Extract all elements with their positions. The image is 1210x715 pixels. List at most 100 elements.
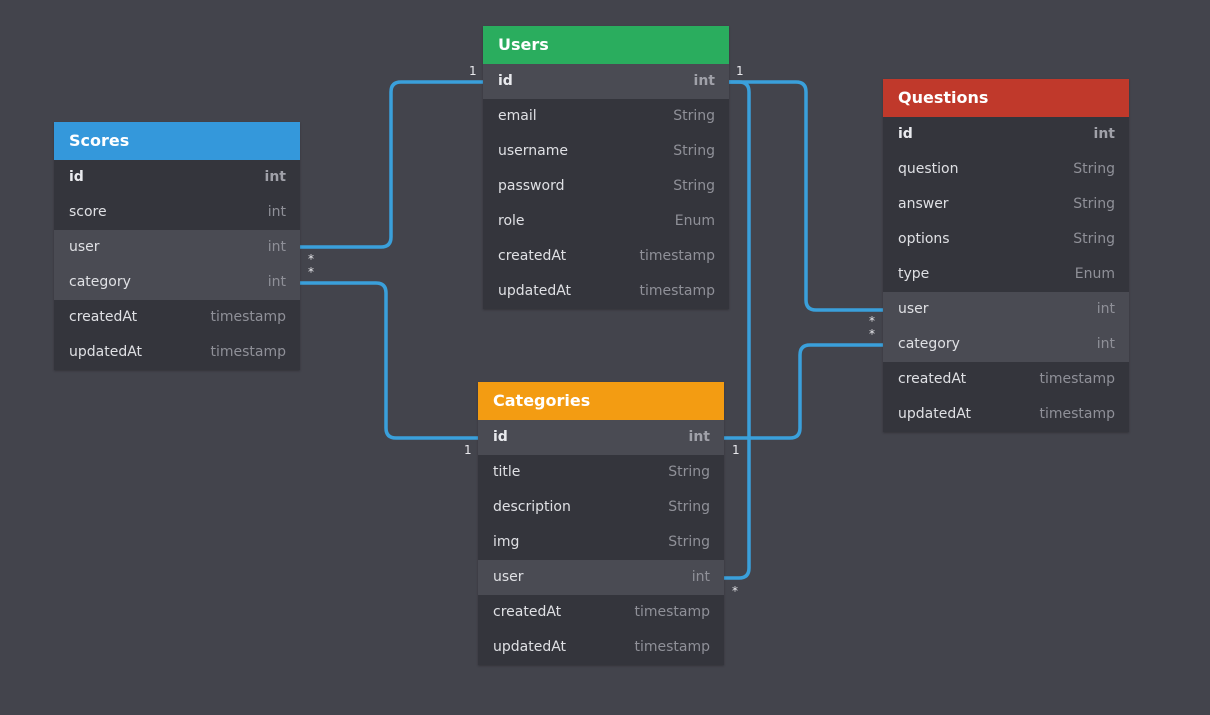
- table-categories-header[interactable]: Categories: [478, 382, 724, 420]
- field-type: String: [673, 178, 715, 194]
- field-row-scores-id[interactable]: id int: [54, 160, 300, 195]
- cardinality-many-label: *: [869, 327, 875, 341]
- field-name: createdAt: [898, 371, 967, 387]
- relation-users-id-questions-user[interactable]: [727, 80, 885, 312]
- field-row-questions-question[interactable]: question String: [883, 152, 1129, 187]
- field-type: int: [688, 429, 710, 445]
- cardinality-many-label: *: [869, 314, 875, 328]
- field-type: int: [264, 169, 286, 185]
- field-name: role: [498, 213, 525, 229]
- relation-scores-category-categories-id[interactable]: [298, 281, 480, 440]
- field-row-questions-user[interactable]: user int: [883, 292, 1129, 327]
- field-type: int: [267, 204, 286, 220]
- field-type: int: [1096, 301, 1115, 317]
- field-name: user: [898, 301, 929, 317]
- field-row-categories-description[interactable]: description String: [478, 490, 724, 525]
- field-name: title: [493, 464, 521, 480]
- table-questions-header[interactable]: Questions: [883, 79, 1129, 117]
- field-type: timestamp: [1039, 371, 1115, 387]
- field-row-questions-category[interactable]: category int: [883, 327, 1129, 362]
- field-row-users-username[interactable]: username String: [483, 134, 729, 169]
- field-type: Enum: [1074, 266, 1115, 282]
- field-type: int: [267, 239, 286, 255]
- cardinality-one-label: 1: [732, 443, 740, 457]
- table-users-header[interactable]: Users: [483, 26, 729, 64]
- cardinality-many-label: *: [732, 584, 738, 598]
- field-row-categories-img[interactable]: img String: [478, 525, 724, 560]
- table-users[interactable]: Users id int email String username Strin…: [483, 26, 729, 309]
- field-type: int: [693, 73, 715, 89]
- field-type: int: [1093, 126, 1115, 142]
- field-row-questions-updatedat[interactable]: updatedAt timestamp: [883, 397, 1129, 432]
- field-type: String: [668, 464, 710, 480]
- relation-scores-user-users-id[interactable]: [298, 80, 485, 249]
- field-name: category: [898, 336, 960, 352]
- field-name: description: [493, 499, 571, 515]
- field-type: timestamp: [210, 344, 286, 360]
- field-row-scores-createdat[interactable]: createdAt timestamp: [54, 300, 300, 335]
- field-row-scores-user[interactable]: user int: [54, 230, 300, 265]
- field-row-questions-answer[interactable]: answer String: [883, 187, 1129, 222]
- field-row-users-password[interactable]: password String: [483, 169, 729, 204]
- field-row-scores-updatedat[interactable]: updatedAt timestamp: [54, 335, 300, 370]
- field-name: id: [898, 126, 913, 142]
- field-name: updatedAt: [69, 344, 143, 360]
- field-name: user: [69, 239, 100, 255]
- field-name: createdAt: [69, 309, 138, 325]
- field-type: timestamp: [634, 604, 710, 620]
- field-row-categories-id[interactable]: id int: [478, 420, 724, 455]
- field-name: answer: [898, 196, 949, 212]
- cardinality-many-label: *: [308, 265, 314, 279]
- field-row-users-role[interactable]: role Enum: [483, 204, 729, 239]
- field-row-categories-user[interactable]: user int: [478, 560, 724, 595]
- field-row-users-id[interactable]: id int: [483, 64, 729, 99]
- field-row-categories-title[interactable]: title String: [478, 455, 724, 490]
- field-name: type: [898, 266, 930, 282]
- table-questions[interactable]: Questions id int question String answer …: [883, 79, 1129, 432]
- field-row-users-updatedat[interactable]: updatedAt timestamp: [483, 274, 729, 309]
- field-name: id: [69, 169, 84, 185]
- field-row-questions-options[interactable]: options String: [883, 222, 1129, 257]
- cardinality-many-label: *: [308, 252, 314, 266]
- field-name: createdAt: [498, 248, 567, 264]
- field-name: updatedAt: [498, 283, 572, 299]
- diagram-canvas: 1 1 * * * * 1 1 * Users id int email Str…: [0, 0, 1210, 715]
- field-type: String: [668, 534, 710, 550]
- field-type: int: [267, 274, 286, 290]
- field-name: username: [498, 143, 568, 159]
- field-row-users-createdat[interactable]: createdAt timestamp: [483, 239, 729, 274]
- cardinality-one-label: 1: [464, 443, 472, 457]
- field-type: timestamp: [210, 309, 286, 325]
- field-type: Enum: [674, 213, 715, 229]
- field-type: String: [673, 108, 715, 124]
- field-name: updatedAt: [493, 639, 567, 655]
- field-type: String: [668, 499, 710, 515]
- table-scores[interactable]: Scores id int score int user int categor…: [54, 122, 300, 370]
- table-scores-header[interactable]: Scores: [54, 122, 300, 160]
- field-name: category: [69, 274, 131, 290]
- field-type: String: [1073, 161, 1115, 177]
- field-name: score: [69, 204, 107, 220]
- table-categories[interactable]: Categories id int title String descripti…: [478, 382, 724, 665]
- field-row-questions-type[interactable]: type Enum: [883, 257, 1129, 292]
- field-row-scores-category[interactable]: category int: [54, 265, 300, 300]
- field-row-users-email[interactable]: email String: [483, 99, 729, 134]
- field-type: timestamp: [634, 639, 710, 655]
- field-type: int: [1096, 336, 1115, 352]
- field-type: String: [1073, 196, 1115, 212]
- field-name: id: [493, 429, 508, 445]
- field-name: updatedAt: [898, 406, 972, 422]
- field-name: user: [493, 569, 524, 585]
- cardinality-one-label: 1: [736, 64, 744, 78]
- field-type: timestamp: [1039, 406, 1115, 422]
- field-row-questions-createdat[interactable]: createdAt timestamp: [883, 362, 1129, 397]
- field-type: String: [1073, 231, 1115, 247]
- field-type: timestamp: [639, 248, 715, 264]
- field-row-questions-id[interactable]: id int: [883, 117, 1129, 152]
- field-row-categories-createdat[interactable]: createdAt timestamp: [478, 595, 724, 630]
- cardinality-one-label: 1: [469, 64, 477, 78]
- field-row-scores-score[interactable]: score int: [54, 195, 300, 230]
- field-name: options: [898, 231, 950, 247]
- field-row-categories-updatedat[interactable]: updatedAt timestamp: [478, 630, 724, 665]
- relation-categories-id-questions-category[interactable]: [722, 343, 885, 440]
